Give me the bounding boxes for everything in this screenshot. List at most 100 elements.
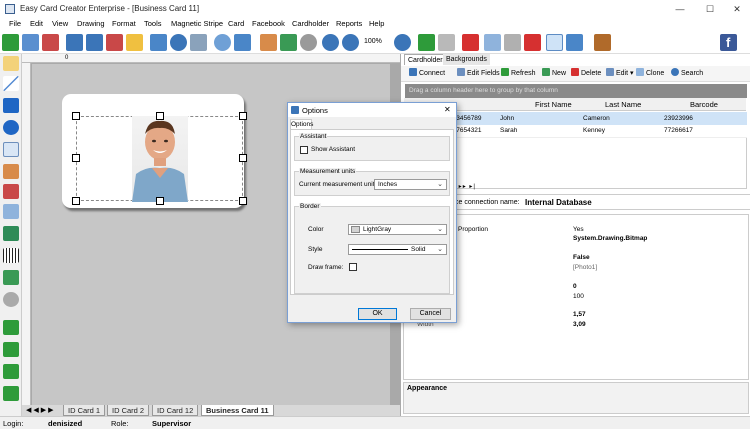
column-first-name[interactable]: First Name <box>535 100 572 109</box>
column-last-name[interactable]: Last Name <box>605 100 641 109</box>
show-assistant-checkbox[interactable] <box>300 146 308 154</box>
search-db-icon[interactable] <box>170 34 187 51</box>
clone-button[interactable]: Clone <box>636 68 664 79</box>
photo-field-value[interactable]: [Photo1] <box>573 264 597 271</box>
tab-backgrounds[interactable]: Backgrounds <box>443 54 490 65</box>
resize-handle-br[interactable] <box>239 197 247 205</box>
save-icon[interactable] <box>150 34 167 51</box>
tab-id-card-12[interactable]: ID Card 12 <box>152 405 199 416</box>
text-icon[interactable] <box>3 142 19 157</box>
copy-icon[interactable] <box>484 34 501 51</box>
delete-icon[interactable] <box>524 34 541 51</box>
image-field-icon[interactable] <box>3 204 19 219</box>
dialog-close-button[interactable]: ✕ <box>444 105 451 114</box>
cardholder-icon[interactable] <box>260 34 277 51</box>
tab-business-card-11[interactable]: Business Card 11 <box>201 405 274 416</box>
menu-reports[interactable]: Reports <box>336 19 362 28</box>
photo-icon[interactable] <box>3 164 19 179</box>
group-icon[interactable] <box>3 386 19 401</box>
group-by-area[interactable]: Drag a column header here to group by th… <box>405 84 747 98</box>
menu-help[interactable]: Help <box>369 19 384 28</box>
bitmap-value[interactable]: System.Drawing.Bitmap <box>573 235 647 242</box>
new-button[interactable]: New <box>542 68 566 79</box>
ok-button[interactable]: OK <box>358 308 397 320</box>
zoom-fit-icon[interactable] <box>394 34 411 51</box>
signature-icon[interactable] <box>3 270 19 285</box>
resize-handle-l[interactable] <box>72 154 80 162</box>
resize-handle-tl[interactable] <box>72 112 80 120</box>
style-select[interactable]: Solid ⌄ <box>348 244 447 255</box>
barcode-icon[interactable] <box>3 248 19 263</box>
color-select[interactable]: LightGray ⌄ <box>348 224 447 235</box>
paste-icon[interactable] <box>504 34 521 51</box>
width-value[interactable]: 3,09 <box>573 321 586 328</box>
tab-id-card-2[interactable]: ID Card 2 <box>107 405 150 416</box>
image-icon[interactable] <box>546 34 563 51</box>
align-icon[interactable] <box>3 364 19 379</box>
menu-file[interactable]: File <box>9 19 21 28</box>
connect-button[interactable]: Connect <box>409 68 445 79</box>
tab-id-card-1[interactable]: ID Card 1 <box>63 405 106 416</box>
cancel-button[interactable]: Cancel <box>410 308 451 320</box>
card-layout-icon[interactable] <box>86 34 103 51</box>
menu-card[interactable]: Card <box>228 19 244 28</box>
undo-icon[interactable] <box>418 34 435 51</box>
menu-facebook[interactable]: Facebook <box>252 19 285 28</box>
menu-drawing[interactable]: Drawing <box>77 19 105 28</box>
menu-view[interactable]: View <box>52 19 68 28</box>
magnetic-stripe-icon[interactable] <box>3 226 19 241</box>
resize-handle-b[interactable] <box>156 197 164 205</box>
redo-icon[interactable] <box>438 34 455 51</box>
search-button[interactable]: Search <box>671 68 703 79</box>
check-icon[interactable] <box>280 34 297 51</box>
resize-handle-r[interactable] <box>239 154 247 162</box>
card-settings-icon[interactable] <box>66 34 83 51</box>
refresh-button[interactable]: Refresh <box>501 68 536 79</box>
ellipse-icon[interactable] <box>3 120 19 135</box>
proportion-value[interactable]: Yes <box>573 226 584 233</box>
rectangle-icon[interactable] <box>3 98 19 113</box>
minimize-button[interactable]: — <box>665 1 695 17</box>
hundred-value[interactable]: 100 <box>573 293 584 300</box>
zoom-out-icon[interactable] <box>342 34 359 51</box>
close-button[interactable]: ✕ <box>722 1 750 17</box>
exit-door-icon[interactable] <box>594 34 611 51</box>
position-value[interactable]: 1,57 <box>573 311 586 318</box>
zoom-level[interactable]: 100% <box>364 38 382 45</box>
cardholder-photo[interactable] <box>132 116 188 202</box>
tab-options[interactable]: Options <box>290 119 313 129</box>
delete-card-icon[interactable] <box>42 34 59 51</box>
facebook-icon[interactable]: f <box>720 34 737 51</box>
folder-icon[interactable] <box>126 34 143 51</box>
resize-handle-t[interactable] <box>156 112 164 120</box>
menu-tools[interactable]: Tools <box>144 19 162 28</box>
send-back-icon[interactable] <box>3 342 19 357</box>
maximize-button[interactable]: ☐ <box>695 1 725 17</box>
fingerprint-icon[interactable] <box>300 34 317 51</box>
edit-button[interactable]: Edit ▾ <box>606 68 634 79</box>
picture-icon[interactable] <box>3 184 19 199</box>
menu-magnetic-stripe[interactable]: Magnetic Stripe <box>171 19 223 28</box>
remove-card-icon[interactable] <box>106 34 123 51</box>
false-value[interactable]: False <box>573 254 590 261</box>
menu-cardholder[interactable]: Cardholder <box>292 19 329 28</box>
print-preview-icon[interactable] <box>234 34 251 51</box>
tab-nav-arrows[interactable]: ◀◀▶▶ <box>26 406 56 414</box>
bring-front-icon[interactable] <box>3 320 19 335</box>
capture-icon[interactable] <box>566 34 583 51</box>
open-card-icon[interactable] <box>22 34 39 51</box>
menu-edit[interactable]: Edit <box>30 19 43 28</box>
encode-icon[interactable] <box>214 34 231 51</box>
column-barcode[interactable]: Barcode <box>690 100 718 109</box>
resize-handle-bl[interactable] <box>72 197 80 205</box>
zoom-in-icon[interactable] <box>322 34 339 51</box>
units-select[interactable]: Inches ⌄ <box>374 179 447 190</box>
line-icon[interactable] <box>3 76 19 91</box>
zero-value[interactable]: 0 <box>573 283 577 290</box>
new-card-icon[interactable] <box>2 34 19 51</box>
edit-fields-button[interactable]: Edit Fields <box>457 68 500 79</box>
delete-button[interactable]: Delete <box>571 68 601 79</box>
select-hand-icon[interactable] <box>3 56 19 71</box>
cut-icon[interactable] <box>462 34 479 51</box>
print-icon[interactable] <box>190 34 207 51</box>
